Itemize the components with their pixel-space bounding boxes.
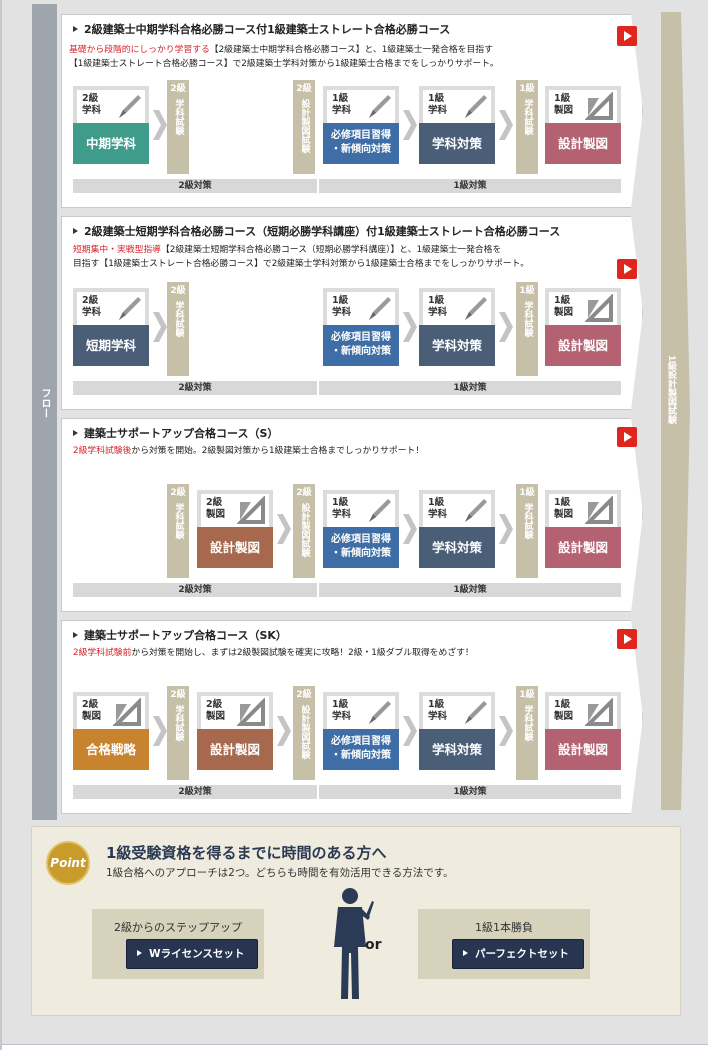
- perfect-set-button[interactable]: パーフェクトセット: [452, 939, 584, 969]
- option-label: 2級からのステップアップ: [114, 921, 242, 934]
- course-title: 建築士サポートアップ合格コース（S）: [73, 425, 278, 441]
- triangle-ruler-icon: [237, 698, 265, 726]
- point-badge: Point: [46, 841, 90, 885]
- card-2kyu-sekkei: 2級 製図 設計製図: [197, 692, 273, 770]
- exam-2kyu-seizu: 2級 設計製図試験: [293, 686, 315, 780]
- course-panel-3: 建築士サポートアップ合格コース（S） 2級学科試験後から対策を開始。2級製図対策…: [61, 418, 643, 612]
- grade-1kyu-bar: 1級対策: [319, 583, 621, 597]
- triangle-ruler-icon: [113, 698, 141, 726]
- grade-2kyu-bar: 2級対策: [73, 785, 317, 799]
- option-box-perfect: 1級1本勝負 パーフェクトセット: [418, 909, 590, 979]
- point-title: 1級受験資格を得るまでに時間のある方へ: [106, 844, 387, 862]
- card-goukaku-senryaku: 2級 製図 合格戦略: [73, 692, 149, 770]
- course-panel-2: 2級建築士短期学科合格必勝コース（短期必勝学科講座）付1級建築士ストレート合格必…: [61, 216, 643, 410]
- card-2kyu-sekkei: 2級 製図 設計製図: [197, 490, 273, 568]
- card-tanki-gakka: 2級 学科 短期学科: [73, 288, 149, 366]
- point-section: Point 1級受験資格を得るまでに時間のある方へ 1級合格へのアプローチは2つ…: [31, 826, 681, 1016]
- triangle-ruler-icon: [585, 294, 613, 322]
- final-exam-arrow: 1級設計製図試験: [661, 12, 681, 810]
- exam-2kyu-gakka: 2級 学科試験: [167, 686, 189, 780]
- triangle-ruler-icon: [237, 496, 265, 524]
- pencil-icon: [369, 701, 391, 724]
- course-panel-1: 2級建築士中期学科合格必勝コース付1級建築士ストレート合格必勝コース 基礎から段…: [61, 14, 643, 208]
- exam-2kyu-gakka: 2級 学科試験: [167, 80, 189, 174]
- triangle-ruler-icon: [585, 698, 613, 726]
- card-gakka-taisaku: 1級 学科 学科対策: [419, 490, 495, 568]
- grade-2kyu-bar: 2級対策: [73, 381, 317, 395]
- course-description: 短期集中・実戦型指導【2級建築士短期学科合格必勝コース（短期必勝学科講座）】と、…: [73, 245, 530, 269]
- pencil-icon: [119, 95, 141, 118]
- pencil-icon: [465, 701, 487, 724]
- card-gakka-taisaku: 1級 学科 学科対策: [419, 288, 495, 366]
- card-hisshu: 1級 学科 必修項目習得 ・新傾向対策: [323, 288, 399, 366]
- pencil-icon: [465, 499, 487, 522]
- card-sekkei-seizu: 1級 製図 設計製図: [545, 692, 621, 770]
- triangle-ruler-icon: [585, 496, 613, 524]
- exam-1kyu-gakka: 1級 学科試験: [516, 80, 538, 174]
- card-sekkei-seizu: 1級 製図 設計製図: [545, 288, 621, 366]
- exam-1kyu-gakka: 1級 学科試験: [516, 484, 538, 578]
- pencil-icon: [369, 297, 391, 320]
- flow-sidebar: フロー: [32, 4, 57, 820]
- exam-1kyu-gakka: 1級 学科試験: [516, 282, 538, 376]
- course-title: 建築士サポートアップ合格コース（SK）: [73, 627, 287, 643]
- exam-2kyu-gakka: 2級 学科試験: [167, 282, 189, 376]
- exam-2kyu-seizu: 2級 設計製図試験: [293, 484, 315, 578]
- or-label: or: [365, 937, 382, 953]
- grade-2kyu-bar: 2級対策: [73, 583, 317, 597]
- course-description: 2級学科試験前から対策を開始し、まずは2級製図試験を確実に攻略！2級・1級ダブル…: [73, 648, 474, 658]
- grade-1kyu-bar: 1級対策: [319, 381, 621, 395]
- pencil-icon: [369, 95, 391, 118]
- card-sekkei-seizu: 1級 製図 設計製図: [545, 490, 621, 568]
- grade-2kyu-bar: 2級対策: [73, 179, 317, 193]
- course-description: 2級学科試験後から対策を開始。2級製図対策から1級建築士合格までしっかりサポート…: [73, 446, 425, 456]
- card-gakka-taisaku: 1級 学科 学科対策: [419, 86, 495, 164]
- grade-1kyu-bar: 1級対策: [319, 785, 621, 799]
- point-subtitle: 1級合格へのアプローチは2つ。どちらも時間を有効活用できる方法です。: [106, 867, 454, 879]
- card-gakka-taisaku: 1級 学科 学科対策: [419, 692, 495, 770]
- flow-label: フロー: [39, 388, 50, 418]
- exam-2kyu-gakka: 2級 学科試験: [167, 484, 189, 578]
- pencil-icon: [369, 499, 391, 522]
- course-title: 2級建築士短期学科合格必勝コース（短期必勝学科講座）付1級建築士ストレート合格必…: [73, 223, 560, 239]
- card-hisshu: 1級 学科 必修項目習得 ・新傾向対策: [323, 86, 399, 164]
- final-exam-label: 1級設計製図試験: [666, 355, 676, 425]
- course-description: 基礎から段階的にしっかり学習する【2級建築士中期学科合格必勝コース】と、1級建築…: [69, 45, 499, 69]
- card-hisshu: 1級 学科 必修項目習得 ・新傾向対策: [323, 490, 399, 568]
- bottom-rule: [2, 1044, 708, 1050]
- exam-1kyu-gakka: 1級 学科試験: [516, 686, 538, 780]
- pencil-icon: [465, 297, 487, 320]
- triangle-ruler-icon: [585, 92, 613, 120]
- card-chuki-gakka: 2級 学科 中期学科: [73, 86, 149, 164]
- course-panel-4: 建築士サポートアップ合格コース（SK） 2級学科試験前から対策を開始し、まずは2…: [61, 620, 643, 814]
- pencil-icon: [119, 297, 141, 320]
- pencil-icon: [465, 95, 487, 118]
- grade-1kyu-bar: 1級対策: [319, 179, 621, 193]
- exam-2kyu-seizu: 2級 設計製図試験: [293, 80, 315, 174]
- page-background: フロー 1級設計製図試験 2級建築士中期学科合格必勝コース付1級建築士ストレート…: [0, 0, 708, 1050]
- final-exam-arrow-tip: [681, 12, 690, 810]
- course-title: 2級建築士中期学科合格必勝コース付1級建築士ストレート合格必勝コース: [73, 21, 450, 37]
- card-sekkei-seizu: 1級 製図 設計製図: [545, 86, 621, 164]
- w-license-set-button[interactable]: Wライセンスセット: [126, 939, 258, 969]
- option-label: 1級1本勝負: [475, 921, 533, 934]
- option-box-w-license: 2級からのステップアップ Wライセンスセット: [92, 909, 264, 979]
- card-hisshu: 1級 学科 必修項目習得 ・新傾向対策: [323, 692, 399, 770]
